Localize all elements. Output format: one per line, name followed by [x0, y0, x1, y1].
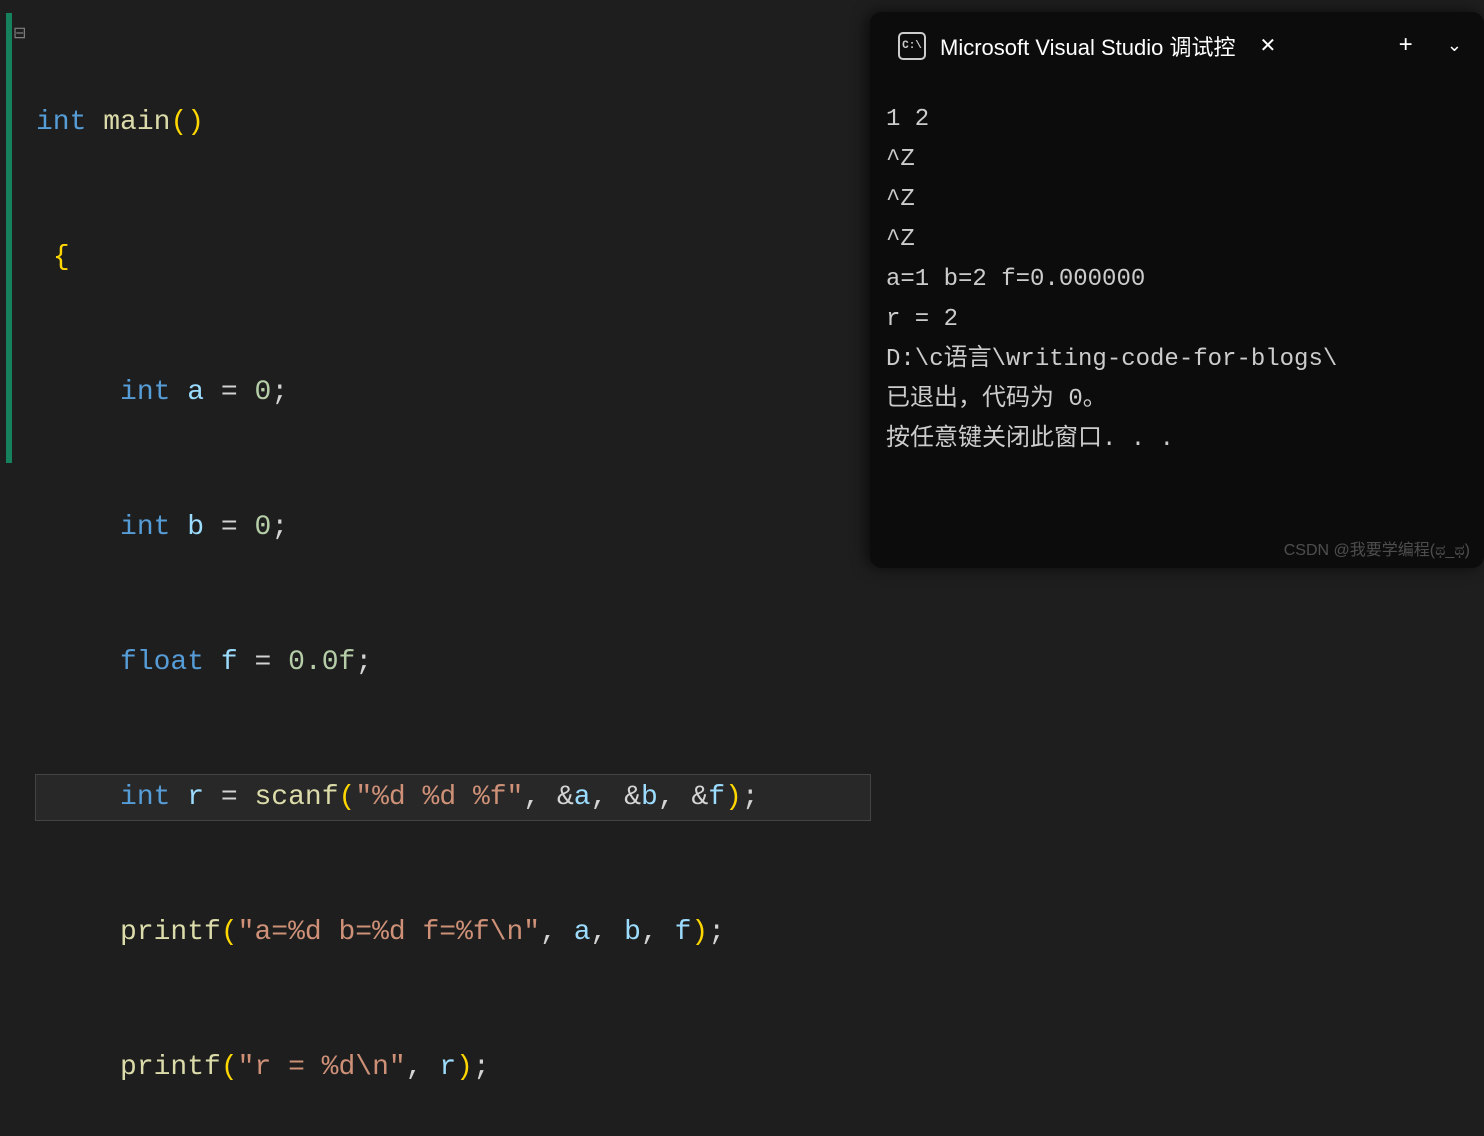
keyword-int: int	[120, 782, 170, 813]
comma: ,	[523, 782, 540, 813]
code-line: float f = 0.0f;	[36, 640, 870, 685]
op-eq: =	[254, 647, 271, 678]
keyword-float: float	[120, 647, 204, 678]
code-line: int b = 0;	[36, 505, 870, 550]
var-f: f	[675, 917, 692, 948]
keyword-int: int	[120, 512, 170, 543]
code-line: printf("r = %d\n", r);	[36, 1045, 870, 1090]
var-r: r	[187, 782, 204, 813]
comma: ,	[591, 782, 608, 813]
terminal-icon: C:\	[898, 32, 926, 60]
terminal-title: Microsoft Visual Studio 调试控	[940, 30, 1235, 62]
paren: (	[221, 1052, 238, 1083]
num: 0.0f	[288, 647, 355, 678]
op-eq: =	[221, 782, 238, 813]
code-line: int a = 0;	[36, 370, 870, 415]
keyword-int: int	[120, 377, 170, 408]
func-printf: printf	[120, 917, 221, 948]
output-line: 按任意键关闭此窗口. . .	[886, 420, 1468, 460]
func-printf: printf	[120, 1052, 221, 1083]
parens: ()	[170, 107, 204, 138]
close-tab-button[interactable]: ✕	[1249, 29, 1286, 63]
comma: ,	[658, 782, 675, 813]
terminal-output[interactable]: 1 2^Z^Z^Za=1 b=2 f=0.000000r = 2D:\c语言\w…	[870, 80, 1484, 480]
output-line: a=1 b=2 f=0.000000	[886, 260, 1468, 300]
paren: )	[725, 782, 742, 813]
paren: )	[456, 1052, 473, 1083]
op-eq: =	[221, 377, 238, 408]
comma: ,	[641, 917, 658, 948]
paren: (	[221, 917, 238, 948]
keyword-int: int	[36, 107, 86, 138]
comma: ,	[540, 917, 557, 948]
tab-dropdown-button[interactable]: ⌄	[1435, 29, 1474, 63]
output-line: ^Z	[886, 180, 1468, 220]
output-line: 已退出，代码为 0。	[886, 380, 1468, 420]
op-eq: =	[221, 512, 238, 543]
terminal-tab[interactable]: C:\ Microsoft Visual Studio 调试控 ✕	[880, 19, 1360, 74]
semi: ;	[271, 377, 288, 408]
var-a: a	[574, 782, 591, 813]
output-line: 1 2	[886, 100, 1468, 140]
var-b: b	[641, 782, 658, 813]
output-line: ^Z	[886, 220, 1468, 260]
terminal-controls: + ⌄	[1385, 27, 1475, 66]
comma: ,	[591, 917, 608, 948]
num: 0	[255, 512, 272, 543]
code-line-highlighted: int r = scanf("%d %d %f", &a, &b, &f);	[36, 775, 870, 820]
code-line: {	[36, 235, 870, 280]
code-line: int main()	[36, 100, 870, 145]
collapse-toggle-icon[interactable]: ⊟	[13, 23, 26, 43]
code-editor[interactable]: ⊟ int main() { int a = 0; int b = 0; flo…	[0, 0, 870, 568]
func-scanf: scanf	[255, 782, 339, 813]
watermark: CSDN @我要学编程(ಥ_ಥ)	[1284, 536, 1470, 560]
semi: ;	[742, 782, 759, 813]
code-content[interactable]: int main() { int a = 0; int b = 0; float…	[0, 10, 870, 1136]
paren: (	[339, 782, 356, 813]
var-a: a	[187, 377, 204, 408]
num: 0	[255, 377, 272, 408]
output-line: r = 2	[886, 300, 1468, 340]
semi: ;	[355, 647, 372, 678]
string: "r = %d\n"	[238, 1052, 406, 1083]
var-r: r	[439, 1052, 456, 1083]
amp: &	[557, 782, 574, 813]
var-f: f	[221, 647, 238, 678]
output-line: D:\c语言\writing-code-for-blogs\	[886, 340, 1468, 380]
terminal-titlebar[interactable]: C:\ Microsoft Visual Studio 调试控 ✕ + ⌄	[870, 12, 1484, 80]
terminal-window: C:\ Microsoft Visual Studio 调试控 ✕ + ⌄ 1 …	[870, 12, 1484, 568]
semi: ;	[271, 512, 288, 543]
func-main: main	[103, 107, 170, 138]
semi: ;	[473, 1052, 490, 1083]
var-b: b	[187, 512, 204, 543]
output-line: ^Z	[886, 140, 1468, 180]
change-indicator-bar	[6, 13, 12, 463]
code-line: printf("a=%d b=%d f=%f\n", a, b, f);	[36, 910, 870, 955]
string: "%d %d %f"	[355, 782, 523, 813]
var-f: f	[708, 782, 725, 813]
var-a: a	[574, 917, 591, 948]
amp: &	[624, 782, 641, 813]
amp: &	[691, 782, 708, 813]
semi: ;	[708, 917, 725, 948]
brace-open: {	[53, 242, 70, 273]
paren: )	[691, 917, 708, 948]
new-tab-button[interactable]: +	[1385, 27, 1427, 66]
var-b: b	[624, 917, 641, 948]
string: "a=%d b=%d f=%f\n"	[238, 917, 540, 948]
comma: ,	[406, 1052, 423, 1083]
